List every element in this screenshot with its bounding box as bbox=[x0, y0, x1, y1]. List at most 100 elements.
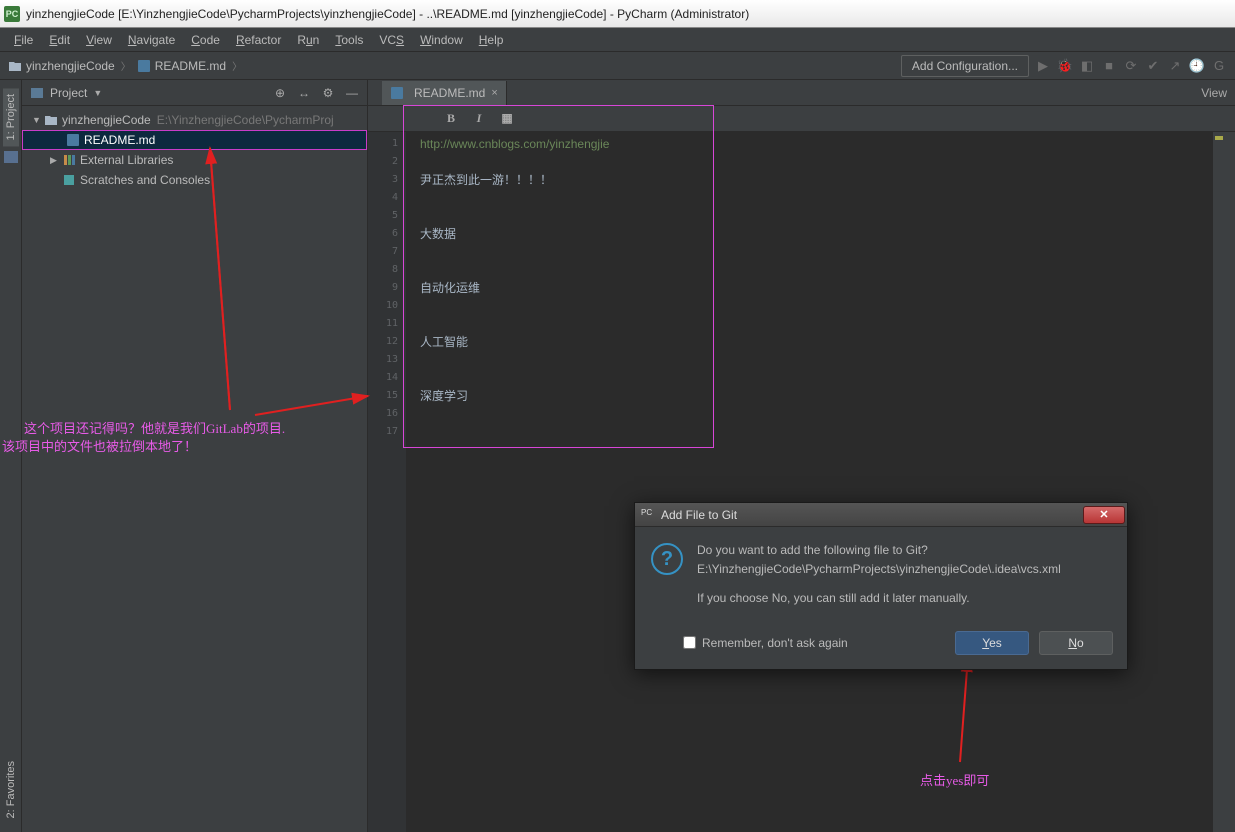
editor-tabs: README.md × View bbox=[368, 80, 1235, 106]
code-line[interactable]: 自动化运维 bbox=[406, 279, 1213, 297]
tree-node-label: README.md bbox=[84, 133, 155, 147]
image-button[interactable]: ▦ bbox=[498, 110, 516, 128]
code-line[interactable]: 深度学习 bbox=[406, 387, 1213, 405]
update-icon[interactable]: ⟳ bbox=[1123, 58, 1139, 74]
menu-help[interactable]: Help bbox=[473, 31, 510, 49]
tree-node-label: Scratches and Consoles bbox=[80, 173, 210, 187]
commit-icon[interactable]: ✔ bbox=[1145, 58, 1161, 74]
italic-button[interactable]: I bbox=[470, 110, 488, 128]
line-number: 6 bbox=[368, 225, 406, 243]
chevron-down-icon[interactable]: ▼ bbox=[93, 88, 102, 98]
line-number: 15 bbox=[368, 387, 406, 405]
breadcrumb-separator: 〉 bbox=[119, 58, 133, 73]
project-view-icon bbox=[30, 86, 44, 100]
editor-area: README.md × View B I ▦ 12345678910111213… bbox=[368, 80, 1235, 832]
line-number: 10 bbox=[368, 297, 406, 315]
menu-file[interactable]: File bbox=[8, 31, 39, 49]
history-icon[interactable]: 🕘 bbox=[1189, 58, 1205, 74]
external-libraries-row[interactable]: ▶ External Libraries bbox=[22, 150, 367, 170]
code-line[interactable] bbox=[406, 153, 1213, 171]
run-icon[interactable]: ▶ bbox=[1035, 58, 1051, 74]
menu-code[interactable]: Code bbox=[185, 31, 226, 49]
code-line[interactable] bbox=[406, 315, 1213, 333]
code-line[interactable] bbox=[406, 207, 1213, 225]
structure-icon[interactable] bbox=[3, 150, 19, 164]
line-number: 8 bbox=[368, 261, 406, 279]
dialog-line1: Do you want to add the following file to… bbox=[697, 541, 1061, 560]
view-mode-label[interactable]: View bbox=[1193, 80, 1235, 106]
remember-checkbox-input[interactable] bbox=[683, 636, 696, 649]
dialog-title-text: Add File to Git bbox=[661, 508, 737, 522]
dialog-titlebar[interactable]: PC Add File to Git ✕ bbox=[635, 503, 1127, 527]
window-title: yinzhengjieCode [E:\YinzhengjieCode\Pych… bbox=[26, 7, 749, 21]
project-tool-tab[interactable]: 1: Project bbox=[3, 88, 19, 146]
breadcrumb-file[interactable]: README.md bbox=[155, 59, 226, 73]
readme-file-row[interactable]: README.md bbox=[22, 130, 367, 150]
pycharm-icon: PC bbox=[641, 508, 655, 522]
dialog-message: Do you want to add the following file to… bbox=[697, 541, 1061, 609]
window-titlebar: PC yinzhengjieCode [E:\YinzhengjieCode\P… bbox=[0, 0, 1235, 28]
line-number: 16 bbox=[368, 405, 406, 423]
breadcrumb-root[interactable]: yinzhengjieCode bbox=[26, 59, 115, 73]
scratches-row[interactable]: Scratches and Consoles bbox=[22, 170, 367, 190]
expand-arrow-icon[interactable]: ▶ bbox=[50, 155, 62, 166]
code-line[interactable] bbox=[406, 261, 1213, 279]
add-configuration-button[interactable]: Add Configuration... bbox=[901, 55, 1029, 77]
code-line[interactable]: http://www.cnblogs.com/yinzhengjie bbox=[406, 135, 1213, 153]
editor-tab-label: README.md bbox=[414, 86, 485, 100]
project-root-row[interactable]: ▼ yinzhengjieCode E:\YinzhengjieCode\Pyc… bbox=[22, 110, 367, 130]
project-tree[interactable]: ▼ yinzhengjieCode E:\YinzhengjieCode\Pyc… bbox=[22, 106, 367, 194]
menu-navigate[interactable]: Navigate bbox=[122, 31, 181, 49]
line-number: 5 bbox=[368, 207, 406, 225]
menu-vcs[interactable]: VCS bbox=[373, 31, 410, 49]
menu-run[interactable]: Run bbox=[291, 31, 325, 49]
menu-edit[interactable]: Edit bbox=[43, 31, 76, 49]
code-line[interactable] bbox=[406, 243, 1213, 261]
folder-icon bbox=[44, 113, 58, 127]
code-editor[interactable]: http://www.cnblogs.com/yinzhengjie 尹正杰到此一… bbox=[406, 132, 1213, 832]
collapse-icon[interactable]: ↔ bbox=[297, 86, 311, 100]
folder-icon bbox=[8, 59, 22, 73]
add-file-to-git-dialog: PC Add File to Git ✕ ? Do you want to ad… bbox=[634, 502, 1128, 670]
code-line[interactable] bbox=[406, 297, 1213, 315]
hide-icon[interactable]: — bbox=[345, 86, 359, 100]
menu-view[interactable]: View bbox=[80, 31, 118, 49]
editor-scrollbar[interactable] bbox=[1213, 132, 1225, 832]
code-line[interactable] bbox=[406, 405, 1213, 423]
breadcrumb-separator-end: 〉 bbox=[230, 58, 244, 73]
code-line[interactable] bbox=[406, 423, 1213, 441]
right-gutter bbox=[1225, 132, 1235, 832]
push-icon[interactable]: ↗ bbox=[1167, 58, 1183, 74]
menu-window[interactable]: Window bbox=[414, 31, 469, 49]
tree-node-label: External Libraries bbox=[80, 153, 173, 167]
line-number: 12 bbox=[368, 333, 406, 351]
remember-checkbox[interactable]: Remember, don't ask again bbox=[683, 636, 848, 650]
menu-tools[interactable]: Tools bbox=[329, 31, 369, 49]
code-line[interactable] bbox=[406, 189, 1213, 207]
code-line[interactable]: 人工智能 bbox=[406, 333, 1213, 351]
tree-node-path: E:\YinzhengjieCode\PycharmProj bbox=[157, 113, 334, 127]
gear-icon[interactable]: ⚙ bbox=[321, 86, 335, 100]
project-tool-title[interactable]: Project bbox=[50, 86, 87, 100]
editor-tab-readme[interactable]: README.md × bbox=[382, 81, 507, 105]
debug-icon[interactable]: 🐞 bbox=[1057, 58, 1073, 74]
line-number: 2 bbox=[368, 153, 406, 171]
code-line[interactable] bbox=[406, 351, 1213, 369]
bold-button[interactable]: B bbox=[442, 110, 460, 128]
code-line[interactable] bbox=[406, 369, 1213, 387]
coverage-icon[interactable]: ◧ bbox=[1079, 58, 1095, 74]
question-icon: ? bbox=[651, 543, 683, 575]
favorites-tool-tab[interactable]: 2: Favorites bbox=[3, 755, 19, 824]
revert-icon[interactable]: G bbox=[1211, 58, 1227, 74]
menu-refactor[interactable]: Refactor bbox=[230, 31, 287, 49]
no-button[interactable]: No bbox=[1039, 631, 1113, 655]
code-line[interactable]: 尹正杰到此一游！！！！ bbox=[406, 171, 1213, 189]
code-line[interactable]: 大数据 bbox=[406, 225, 1213, 243]
dialog-close-button[interactable]: ✕ bbox=[1083, 506, 1125, 524]
yes-button[interactable]: Yes bbox=[955, 631, 1029, 655]
close-icon[interactable]: × bbox=[491, 87, 497, 99]
expand-arrow-icon[interactable]: ▼ bbox=[32, 115, 44, 125]
left-gutter: 1: Project 2: Favorites bbox=[0, 80, 22, 832]
locate-icon[interactable]: ⊕ bbox=[273, 86, 287, 100]
stop-icon[interactable]: ■ bbox=[1101, 58, 1117, 74]
